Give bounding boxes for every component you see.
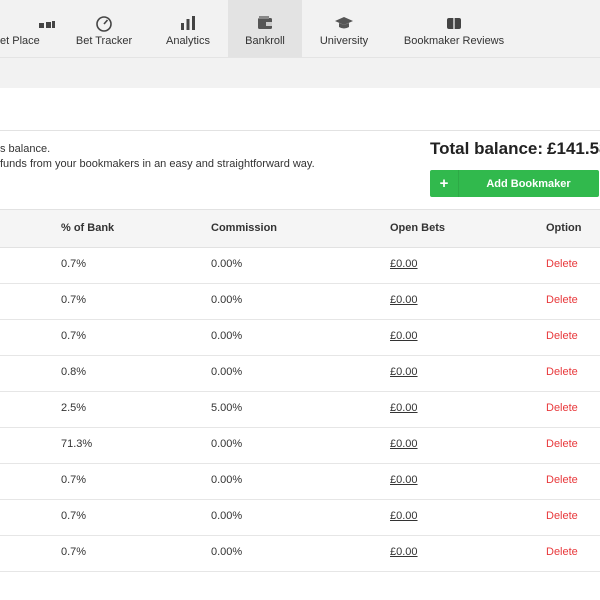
header-commission: Commission [211,222,278,234]
total-balance: Total balance:£141.58 [430,139,600,159]
open-bets-link[interactable]: £0.00 [390,402,418,414]
table-row: 71.3% 0.00% £0.00 Delete [0,427,600,464]
header-percent-of-bank: % of Bank [61,222,115,234]
open-bets-link[interactable]: £0.00 [390,510,418,522]
delete-link[interactable]: Delete [546,510,578,522]
book-icon [447,18,461,29]
table-row: 0.7% 0.00% £0.00 Delete [0,319,600,356]
table-row: 0.7% 0.00% £0.00 Delete [0,535,600,572]
sub-toolbar [0,57,600,88]
open-bets-link[interactable]: £0.00 [390,546,418,558]
commission-cell: 0.00% [211,510,243,522]
delete-link[interactable]: Delete [546,546,578,558]
commission-cell: 0.00% [211,546,243,558]
header-open-bets: Open Bets [390,222,446,234]
open-bets-link[interactable]: £0.00 [390,366,418,378]
delete-link[interactable]: Delete [546,438,578,450]
intro-text-line-1: s balance. [0,143,51,155]
table-header: % of Bank Commission Open Bets Option [0,209,600,248]
speedometer-icon [96,16,112,32]
nav-tab-label: University [319,35,369,47]
total-balance-label: Total balance: [430,139,544,158]
percent-of-bank-cell: 0.7% [61,294,87,306]
percent-of-bank-cell: 2.5% [61,402,87,414]
nav-tab-bankroll[interactable]: Bankroll [228,0,302,57]
nav-tab-label: Bankroll [245,35,285,47]
intro-text-line-2: funds from your bookmakers in an easy an… [0,158,315,170]
percent-of-bank-cell: 0.7% [61,474,87,486]
open-bets-link[interactable]: £0.00 [390,474,418,486]
exchange-icon [39,21,55,28]
table-row: 0.7% 0.00% £0.00 Delete [0,283,600,320]
header-option: Option [546,222,582,234]
delete-link[interactable]: Delete [546,258,578,270]
top-navigation: et Place Bet Tracker Analytics Bankroll … [0,0,600,57]
nav-tab-label: et Place [0,35,40,47]
add-bookmaker-label: Add Bookmaker [486,177,571,190]
percent-of-bank-cell: 0.7% [61,330,87,342]
graduation-cap-icon [335,17,353,29]
commission-cell: 0.00% [211,474,243,486]
bar-chart-icon [181,16,195,30]
percent-of-bank-cell: 71.3% [61,438,93,450]
nav-tab-label: Bet Tracker [75,35,133,47]
commission-cell: 0.00% [211,438,243,450]
total-balance-amount: £141.58 [547,139,600,158]
percent-of-bank-cell: 0.7% [61,258,87,270]
table-row: 0.7% 0.00% £0.00 Delete [0,499,600,536]
table-row: 0.8% 0.00% £0.00 Delete [0,355,600,392]
table-row: 2.5% 5.00% £0.00 Delete [0,391,600,428]
nav-tab-university[interactable]: University [306,0,382,57]
open-bets-link[interactable]: £0.00 [390,294,418,306]
commission-cell: 0.00% [211,294,243,306]
percent-of-bank-cell: 0.7% [61,510,87,522]
nav-tab-bookmaker-reviews[interactable]: Bookmaker Reviews [396,0,512,57]
open-bets-link[interactable]: £0.00 [390,258,418,270]
commission-cell: 5.00% [211,402,243,414]
commission-cell: 0.00% [211,258,243,270]
table-row: 0.7% 0.00% £0.00 Delete [0,247,600,284]
nav-tab-label: Bookmaker Reviews [403,35,505,47]
nav-tab-analytics[interactable]: Analytics [152,0,224,57]
nav-tab-bet-tracker[interactable]: Bet Tracker [62,0,146,57]
delete-link[interactable]: Delete [546,366,578,378]
open-bets-link[interactable]: £0.00 [390,438,418,450]
section-divider [0,130,600,131]
open-bets-link[interactable]: £0.00 [390,330,418,342]
delete-link[interactable]: Delete [546,294,578,306]
nav-tab-bet-place[interactable]: et Place [0,0,56,57]
delete-link[interactable]: Delete [546,330,578,342]
percent-of-bank-cell: 0.7% [61,546,87,558]
table-row: 0.7% 0.00% £0.00 Delete [0,463,600,500]
commission-cell: 0.00% [211,366,243,378]
nav-tab-label: Analytics [165,35,211,47]
add-bookmaker-button[interactable]: + Add Bookmaker [430,170,599,197]
wallet-icon [258,16,272,29]
commission-cell: 0.00% [211,330,243,342]
percent-of-bank-cell: 0.8% [61,366,87,378]
delete-link[interactable]: Delete [546,402,578,414]
plus-icon: + [430,170,459,197]
delete-link[interactable]: Delete [546,474,578,486]
